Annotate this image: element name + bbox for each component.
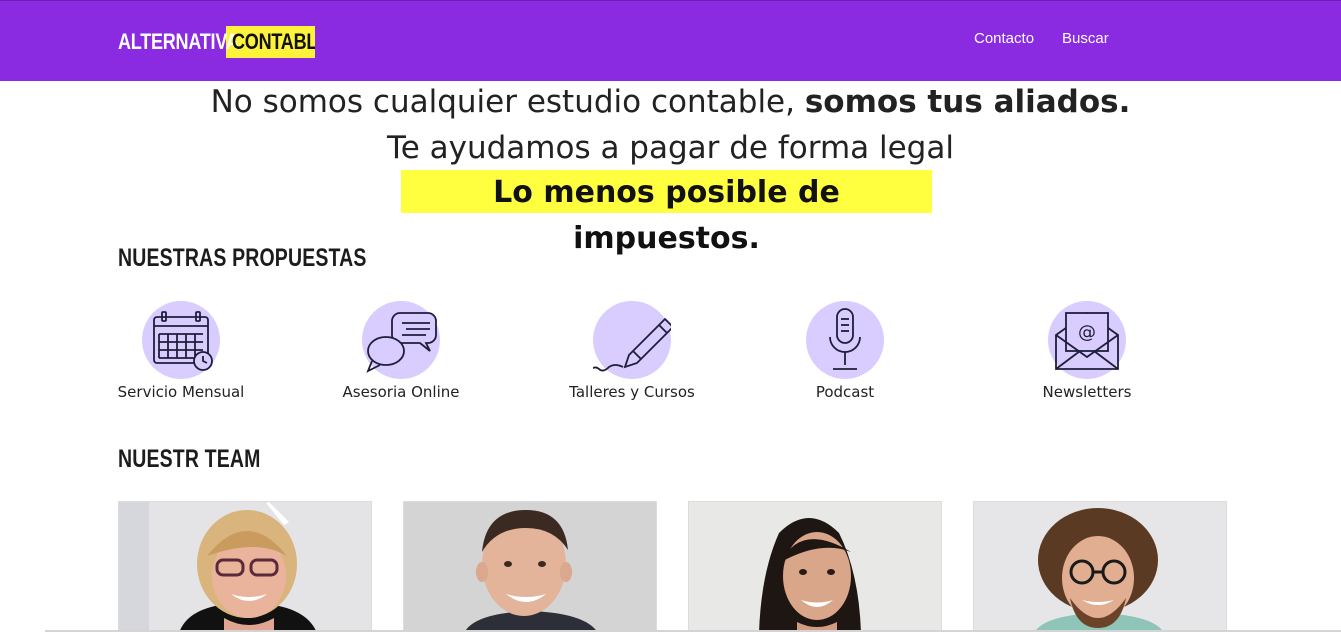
service-servicio-mensual[interactable]: Servicio Mensual xyxy=(101,301,261,401)
nav-link-contacto[interactable]: Contacto xyxy=(974,30,1034,47)
nav-link-buscar[interactable]: Buscar xyxy=(1062,30,1109,47)
service-label: Asesoria Online xyxy=(342,383,460,401)
hero-line-2: Te ayudamos a pagar de forma legal xyxy=(387,130,954,166)
brand-logo[interactable]: ALTERNATIVA CONTABLE xyxy=(118,26,315,58)
service-newsletters[interactable]: @ Newsletters xyxy=(1007,301,1167,401)
team-card-4[interactable] xyxy=(973,501,1227,632)
brand-name-part1: ALTERNATIVA xyxy=(118,29,239,54)
svg-text:@: @ xyxy=(1078,322,1096,343)
hero-section: No somos cualquier estudio contable, som… xyxy=(0,84,1341,256)
calendar-clock-icon xyxy=(142,301,220,379)
hero-line-1-regular: No somos cualquier estudio contable, xyxy=(210,84,805,120)
team-card-2[interactable] xyxy=(403,501,657,632)
microphone-icon xyxy=(806,301,884,379)
team-card-1[interactable] xyxy=(118,501,372,632)
hero-highlight: Lo menos posible de impuestos. xyxy=(401,170,932,256)
service-label: Servicio Mensual xyxy=(117,383,245,401)
hero-line-1: No somos cualquier estudio contable, som… xyxy=(0,84,1341,120)
service-label: Talleres y Cursos xyxy=(569,383,695,401)
team-photo-woman-glasses xyxy=(119,502,371,632)
brand-name-part2: CONTABLE xyxy=(226,26,315,58)
team-photo-woman-dark-hair xyxy=(689,502,941,632)
service-asesoria-online[interactable]: Asesoria Online xyxy=(321,301,481,401)
top-navbar: ALTERNATIVA CONTABLE Contacto Buscar xyxy=(0,0,1341,81)
team-card-3[interactable] xyxy=(688,501,942,632)
proposals-title: NUESTRAS PROPUESTAS xyxy=(118,244,367,272)
envelope-at-icon: @ xyxy=(1048,301,1126,379)
chat-bubbles-icon xyxy=(362,301,440,379)
service-label: Podcast xyxy=(815,383,875,401)
service-talleres-y-cursos[interactable]: Talleres y Cursos xyxy=(552,301,712,401)
pencil-icon xyxy=(593,301,671,379)
team-photo-man-smiling xyxy=(404,502,656,632)
hero-line-1-bold: somos tus aliados. xyxy=(804,84,1131,120)
service-podcast[interactable]: Podcast xyxy=(765,301,925,401)
main-nav: Contacto Buscar xyxy=(974,30,1109,47)
team-photo-man-curly-glasses xyxy=(974,502,1226,632)
team-title: NUESTR TEAM xyxy=(118,445,261,473)
service-label: Newsletters xyxy=(1042,383,1132,401)
